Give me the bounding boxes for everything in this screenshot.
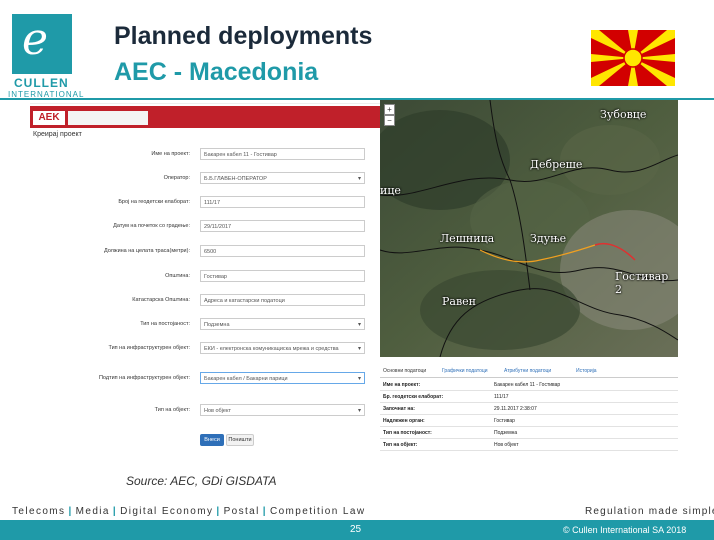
object-type-select[interactable]: Нов објект — [200, 404, 365, 416]
cullen-logo: e CULLEN INTERNATIONAL — [8, 12, 86, 100]
map-label: Лешница — [440, 232, 495, 245]
footer-separator: | — [112, 506, 118, 517]
field-label: Број на геодетски елаборат: — [118, 199, 190, 205]
field-label: Датум на почеток со градење: — [113, 223, 190, 229]
project-name-field[interactable]: Бакарен кабел 11 - Гостивар — [200, 148, 365, 160]
footer-item-telecoms: Telecoms — [12, 506, 66, 517]
municipality-field[interactable]: Гостивар — [200, 270, 365, 282]
info-key: Тип на постојаност: — [383, 430, 432, 436]
cadastral-municipality-field[interactable]: Адреса и катастарски податоци — [200, 294, 365, 306]
zoom-out-button[interactable]: − — [384, 115, 395, 126]
field-label: Должина на целата траса(метри): — [103, 248, 190, 254]
form-row: Оператор: Б.Б.ГЛАВЕН-ОПЕРАТОР — [30, 172, 380, 186]
info-value: Гостивар — [494, 418, 515, 424]
operator-select[interactable]: Б.Б.ГЛАВЕН-ОПЕРАТОР — [200, 172, 365, 184]
page-number: 25 — [350, 524, 362, 535]
field-label: Тип на инфраструктурен објект: — [108, 345, 190, 351]
source-caption: Source: AEC, GDi GISDATA — [126, 474, 277, 488]
aek-logo-subtitle — [68, 111, 148, 125]
form-row: Име на проект: Бакарен кабел 11 - Гостив… — [30, 148, 380, 162]
footer-separator: | — [262, 506, 267, 517]
copyright: © Cullen International SA 2018 — [563, 525, 687, 535]
field-label: Тип на објект: — [154, 407, 190, 413]
reset-button[interactable]: Поништи — [226, 434, 254, 446]
tab-history[interactable]: Историја — [576, 368, 597, 374]
form-row: Тип на инфраструктурен објект: ЕКИ - еле… — [30, 342, 380, 356]
info-row: Име на проект: Бакарен кабел 11 - Гостив… — [380, 380, 678, 391]
infrastructure-type-select[interactable]: ЕКИ - електронска комуникациска мрежа и … — [200, 342, 365, 354]
slide-subtitle: AEC - Macedonia — [114, 58, 319, 86]
tab-basic-data[interactable]: Основни податоци — [383, 368, 426, 374]
map-label: Дебреше — [530, 158, 583, 171]
field-label: Општина: — [165, 273, 190, 279]
info-value: 111/17 — [494, 394, 509, 400]
footer-item-digital-economy: Digital Economy — [120, 506, 214, 517]
info-value: Нов објект — [494, 442, 519, 448]
logo-mark: e — [22, 14, 49, 65]
field-label: Тип на постојаност: — [140, 321, 190, 327]
info-value: 29.11.2017 2:38:07 — [494, 406, 537, 412]
info-key: Име на проект: — [383, 382, 421, 388]
form-row: Катастарска Општина: Адреса и катастарск… — [30, 294, 380, 308]
tab-graphic-data[interactable]: Графички податоци — [442, 368, 488, 374]
footer-item-competition-law: Competition Law — [269, 506, 366, 517]
footer-item-media: Media — [75, 506, 110, 517]
info-row: Започнат на: 29.11.2017 2:38:07 — [380, 404, 678, 415]
permanence-type-select[interactable]: Подземна — [200, 318, 365, 330]
map-label: Равен — [442, 295, 476, 308]
info-row: Надлежен орган: Гостивар — [380, 416, 678, 427]
form-row: Општина: Гостивар — [30, 270, 380, 284]
info-row: Тип на објект: Нов објект — [380, 440, 678, 451]
info-key: Бр. геодетски елаборат: — [383, 394, 444, 400]
form-row: Тип на објект: Нов објект — [30, 404, 380, 418]
infrastructure-subtype-select[interactable]: Бакарен кабел / Бакарни парици — [200, 372, 365, 384]
map-label: Зубовце — [600, 108, 647, 121]
form-row: Број на геодетски елаборат: 111/17 — [30, 196, 380, 210]
satellite-map[interactable]: + − Зубовце Дебреше Лешница Здуње Равен … — [380, 100, 678, 357]
info-row: Тип на постојаност: Подземна — [380, 428, 678, 439]
info-value: Бакарен кабел 11 - Гостивар — [494, 382, 561, 388]
footer-tagline: Regulation made simple — [585, 506, 714, 517]
info-key: Тип на објект: — [383, 442, 418, 448]
info-tabs: Основни податоци Графички податоци Атриб… — [380, 366, 678, 378]
form-row: Должина на целата траса(метри): 6500 — [30, 245, 380, 259]
project-form-screenshot: AEK Креирај проект Име на проект: Бакаре… — [30, 103, 380, 459]
field-label: Подтип на инфраструктурен објект: — [98, 375, 190, 381]
info-key: Започнат на: — [383, 406, 415, 412]
map-label: ице — [380, 184, 401, 197]
aek-logo: AEK — [33, 111, 65, 125]
zoom-in-button[interactable]: + — [384, 104, 395, 115]
project-info-panel: Основни податоци Графички податоци Атриб… — [380, 366, 678, 456]
field-label: Оператор: — [163, 175, 190, 181]
start-date-field[interactable]: 29/11/2017 — [200, 220, 365, 232]
form-row: Тип на постојаност: Подземна — [30, 318, 380, 332]
macedonia-flag — [591, 30, 675, 86]
form-header-bar: AEK — [30, 106, 380, 128]
slide-title: Planned deployments — [114, 22, 373, 50]
field-label: Катастарска Општина: — [132, 297, 190, 303]
footer-separator: | — [216, 506, 221, 517]
form-row: Датум на почеток со градење: 29/11/2017 — [30, 220, 380, 234]
field-label: Име на проект: — [151, 151, 190, 157]
info-row: Бр. геодетски елаборат: 111/17 — [380, 392, 678, 403]
map-imagery — [380, 100, 678, 357]
info-key: Надлежен орган: — [383, 418, 425, 424]
map-label: Здуње — [530, 232, 567, 245]
footer-sectors: Telecoms | Media | Digital Economy | Postal | Co… — [12, 506, 365, 517]
footer-separator: | — [68, 506, 73, 517]
submit-button[interactable]: Внеси — [200, 434, 224, 446]
tab-attribute-data[interactable]: Атрибутни податоци — [504, 368, 551, 374]
map-label: Гостивар 2 — [615, 270, 669, 296]
route-length-field[interactable]: 6500 — [200, 245, 365, 257]
form-row: Подтип на инфраструктурен објект: Бакаре… — [30, 372, 380, 386]
logo-brand: CULLEN — [14, 76, 69, 90]
survey-number-field[interactable]: 111/17 — [200, 196, 365, 208]
info-value: Подземна — [494, 430, 518, 436]
form-page-title: Креирај проект — [33, 131, 82, 138]
footer-item-postal: Postal — [223, 506, 260, 517]
